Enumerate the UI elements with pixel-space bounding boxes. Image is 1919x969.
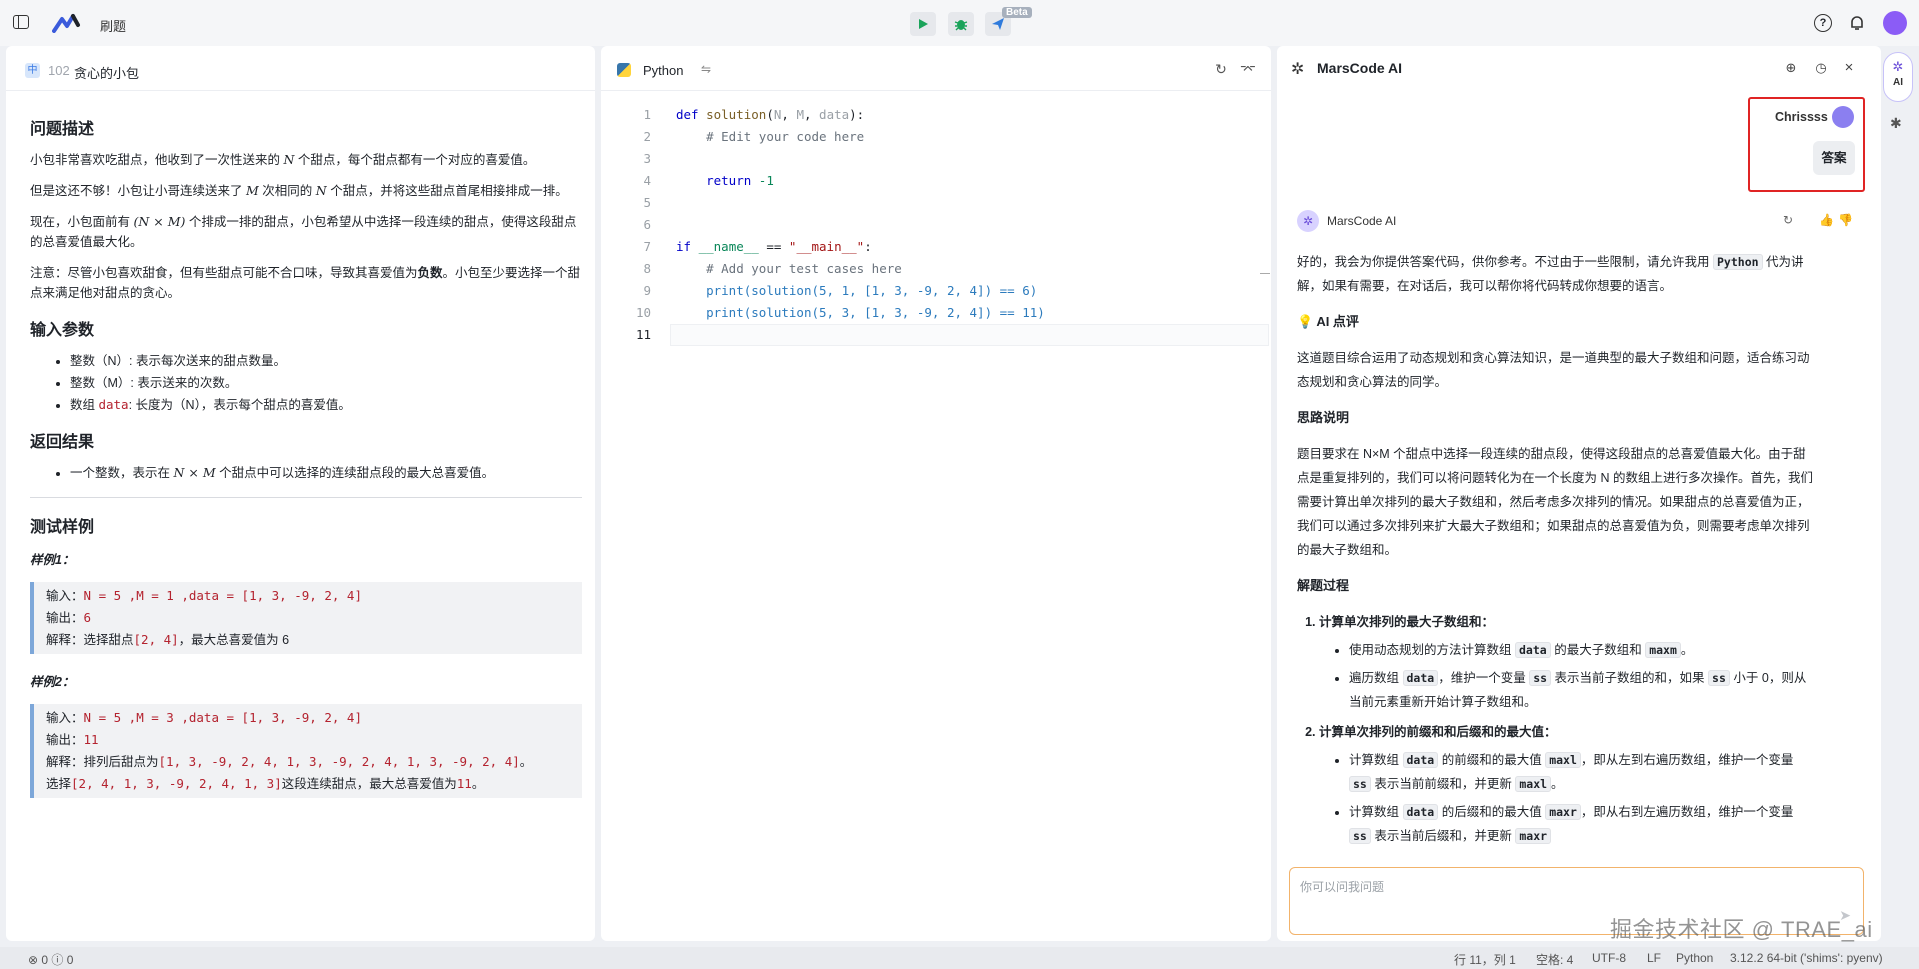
code-line-active: 11: [601, 324, 1271, 346]
help-icon[interactable]: ?: [1814, 14, 1832, 32]
play-icon: [919, 19, 928, 29]
input-placeholder: 你可以问我问题: [1300, 880, 1385, 894]
top-bar: 刷题 Beta ?: [0, 0, 1919, 46]
interpreter[interactable]: 3.12.2 64-bit ('shims': pyenv): [1730, 951, 1883, 965]
code-line: 7 if __name__ == "__main__":: [643, 239, 872, 254]
new-chat-icon[interactable]: ⊕: [1782, 59, 1800, 77]
bug-report-icon[interactable]: ✱: [1890, 115, 1902, 132]
regenerate-icon[interactable]: ↻: [1783, 213, 1793, 227]
ai-header: ✲ MarsCode AI ⊕ ◷ ×: [1277, 46, 1881, 91]
list-item: 计算数组 data 的前缀和的最大值 maxl，即从左到右遍历数组，维护一个变量…: [1349, 748, 1817, 796]
paragraph: 题目要求在 N×M 个甜点中选择一段连续的甜点段，使得这段甜点的总喜爱值最大化。…: [1297, 447, 1813, 557]
language-mode[interactable]: Python: [1676, 951, 1713, 965]
section-heading: 问题描述: [30, 121, 95, 138]
cursor-position[interactable]: 行 11，列 1: [1454, 951, 1516, 968]
language-selector[interactable]: Python: [643, 63, 683, 78]
code-line: 2 # Edit your code here: [643, 129, 865, 144]
list-item: 计算单次排列的前缀和和后缀和的最大值： 计算数组 data 的前缀和的最大值 m…: [1319, 720, 1817, 848]
editor-header: Python ⇋ ↻ ⌤: [601, 46, 1271, 91]
sparkle-icon: ✲: [1291, 61, 1305, 78]
code-line: 9 print(solution(5, 1, [1, 3, -9, 2, 4])…: [643, 283, 1038, 298]
section-heading: 思路说明: [1297, 410, 1350, 425]
user-message-avatar: [1832, 106, 1854, 128]
paragraph: 但是这还不够！小包让小哥连续送来了 M 次相同的 N 个甜点，并将这些甜点首尾相…: [30, 183, 568, 198]
status-bar: ⊗ 0 ⓘ 0 行 11，列 1 空格: 4 UTF-8 LF Python 3…: [0, 947, 1919, 969]
code-line: 6: [643, 217, 651, 232]
send-icon: [992, 18, 1004, 30]
list-item: 使用动态规划的方法计算数组 data 的最大子数组和 maxm。: [1349, 638, 1817, 662]
problem-panel: 中 102 贪心的小包 问题描述 小包非常喜欢吃甜点，他收到了一次性送来的 N …: [6, 46, 595, 941]
list-item: 一个整数，表示在 N × M 个甜点中可以选择的连续甜点段的最大总喜爱值。: [70, 463, 582, 483]
section-heading: 💡 AI 点评: [1297, 314, 1359, 329]
thumbs-down-icon[interactable]: 👎: [1838, 213, 1853, 227]
list-item: 遍历数组 data，维护一个变量 ss 表示当前子数组的和，如果 ss 小于 0…: [1349, 666, 1817, 714]
section-heading: 输入参数: [30, 322, 95, 339]
user-message: 答案: [1813, 141, 1855, 175]
example-box: 输入：N = 5 ,M = 1 ,data = [1, 3, -9, 2, 4]…: [30, 582, 582, 654]
paragraph: 好的，我会为你提供答案代码，供你参考。不过由于一些限制，请允许我用 Python…: [1297, 254, 1804, 293]
code-line: 8 # Add your test cases here: [643, 261, 902, 276]
sparkle-icon: ✲: [1892, 59, 1904, 74]
input-list: 整数（N）: 表示每次送来的甜点数量。 整数（M）: 表示送来的次数。 数组 d…: [70, 351, 582, 415]
code-line: 10 print(solution(5, 3, [1, 3, -9, 2, 4]…: [635, 305, 1045, 320]
bug-icon: [954, 20, 968, 31]
toggle-sidebar-icon[interactable]: [13, 15, 29, 29]
list-item: 数组 data: 长度为（N），表示每个甜点的喜爱值。: [70, 395, 582, 415]
difficulty-badge: 中: [25, 63, 40, 78]
problem-description: 问题描述 小包非常喜欢吃甜点，他收到了一次性送来的 N 个甜点，每个甜点都有一个…: [30, 120, 582, 810]
bot-name: MarsCode AI: [1327, 214, 1397, 228]
paragraph: 这道题目综合运用了动态规划和贪心算法知识，是一道典型的最大子数组和问题，适合练习…: [1297, 351, 1810, 389]
app-name[interactable]: 刷题: [100, 16, 126, 35]
list-item: 整数（M）: 表示送来的次数。: [70, 373, 582, 393]
ai-response: 好的，我会为你提供答案代码，供你参考。不过由于一些限制，请允许我用 Python…: [1297, 250, 1817, 853]
thumbs-up-icon[interactable]: 👍: [1819, 213, 1834, 227]
code-line: 1 def solution(N, M, data):: [643, 107, 865, 122]
code-line: 4 return -1: [643, 173, 774, 188]
format-icon[interactable]: ⌤: [1239, 60, 1257, 78]
section-heading: 解题过程: [1297, 578, 1350, 593]
section-heading: 测试样例: [30, 519, 95, 536]
problems-indicator[interactable]: ⊗ 0 ⓘ 0: [28, 951, 73, 968]
watermark: 掘金技术社区 @ TRAE_ai: [1610, 917, 1873, 942]
run-button[interactable]: [910, 12, 936, 36]
problem-title: 贪心的小包: [74, 66, 140, 81]
marscode-logo: [52, 14, 80, 33]
editor-panel: Python ⇋ ↻ ⌤ 1 def solution(N, M, data): …: [601, 46, 1271, 941]
code-editor[interactable]: 1 def solution(N, M, data): 2 # Edit your…: [601, 104, 1271, 346]
python-icon: [617, 63, 631, 77]
history-icon[interactable]: ◷: [1812, 59, 1830, 77]
paragraph: 现在，小包面前有 (N × M) 个排成一排的甜点，小包希望从中选择一段连续的甜…: [30, 214, 577, 249]
scroll-marker: [1260, 273, 1270, 274]
code-line: 3: [643, 151, 651, 166]
bell-icon[interactable]: [1848, 14, 1866, 32]
example-title: 样例2：: [30, 675, 75, 689]
ai-panel-title: MarsCode AI: [1317, 60, 1403, 76]
example-title: 样例1：: [30, 553, 75, 567]
list-item: 计算单次排列的最大子数组和： 使用动态规划的方法计算数组 data 的最大子数组…: [1319, 610, 1817, 714]
problem-number: 102: [48, 63, 70, 78]
steps-list: 计算单次排列的最大子数组和： 使用动态规划的方法计算数组 data 的最大子数组…: [1319, 610, 1817, 848]
user-name: Chrissss: [1775, 110, 1828, 124]
paragraph: 小包非常喜欢吃甜点，他收到了一次性送来的 N 个甜点，每个甜点都有一个对应的喜爱…: [30, 152, 536, 167]
list-item: 整数（N）: 表示每次送来的甜点数量。: [70, 351, 582, 371]
swap-language-icon[interactable]: ⇋: [701, 62, 711, 76]
indentation[interactable]: 空格: 4: [1536, 951, 1573, 968]
user-avatar[interactable]: [1883, 11, 1907, 35]
ai-assistant-tab[interactable]: ✲ AI: [1883, 52, 1913, 102]
section-heading: 返回结果: [30, 434, 95, 451]
list-item: 计算数组 data 的后缀和的最大值 maxr，即从右到左遍历数组，维护一个变量…: [1349, 800, 1817, 848]
return-list: 一个整数，表示在 N × M 个甜点中可以选择的连续甜点段的最大总喜爱值。: [70, 463, 582, 483]
reset-icon[interactable]: ↻: [1212, 60, 1230, 78]
line-ending[interactable]: LF: [1647, 951, 1661, 965]
paragraph: 注意：尽管小包喜欢甜食，但有些甜点可能不合口味，导致其喜爱值为负数。小包至少要选…: [30, 266, 581, 300]
example-box: 输入：N = 5 ,M = 3 ,data = [1, 3, -9, 2, 4]…: [30, 704, 582, 798]
marscode-avatar-icon: ✲: [1297, 210, 1319, 232]
debug-button[interactable]: [948, 12, 974, 36]
encoding[interactable]: UTF-8: [1592, 951, 1626, 965]
problem-header: 中 102 贪心的小包: [6, 46, 595, 91]
close-icon[interactable]: ×: [1840, 59, 1858, 77]
divider: [30, 497, 582, 498]
beta-badge: Beta: [1002, 7, 1032, 18]
code-line: 5: [643, 195, 651, 210]
